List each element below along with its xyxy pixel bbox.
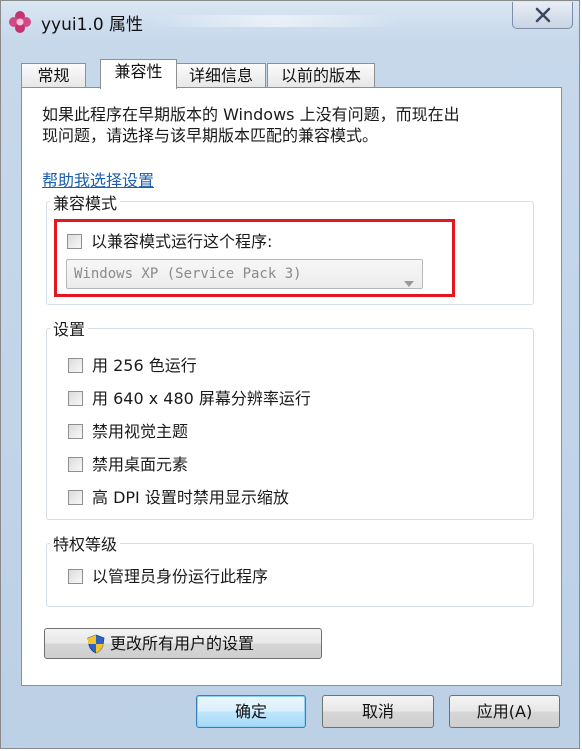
intro-line-1: 如果此程序在早期版本的 Windows 上没有问题，而现在出 (42, 105, 460, 124)
setting-640x480-checkbox[interactable] (68, 391, 83, 406)
title-bar[interactable]: yyui1.0 属性 (1, 1, 579, 41)
privilege-group-title: 特权等级 (50, 531, 121, 555)
chevron-down-icon (404, 272, 414, 291)
setting-disable-dpi-scaling-label: 高 DPI 设置时禁用显示缩放 (92, 488, 289, 507)
cancel-button[interactable]: 取消 (322, 695, 434, 728)
setting-disable-desktop-composition-label: 禁用桌面元素 (92, 455, 189, 474)
compat-mode-group-title: 兼容模式 (50, 190, 121, 214)
change-all-users-settings-button[interactable]: 更改所有用户的设置 (44, 628, 322, 659)
intro-text: 如果此程序在早期版本的 Windows 上没有问题，而现在出 现问题，请选择与该… (42, 104, 547, 146)
setting-disable-themes-label: 禁用视觉主题 (92, 422, 189, 441)
os-version-value: Windows XP (Service Pack 3) (74, 266, 302, 282)
setting-disable-desktop-composition-checkbox[interactable] (68, 457, 83, 472)
help-me-choose-link[interactable]: 帮助我选择设置 (42, 167, 154, 191)
tab-compatibility[interactable]: 兼容性 (100, 59, 177, 89)
tab-general[interactable]: 常规 (21, 63, 86, 88)
setting-640x480-label: 用 640 x 480 屏幕分辨率运行 (92, 389, 311, 408)
setting-disable-dpi-scaling-checkbox[interactable] (68, 490, 83, 505)
tab-details[interactable]: 详细信息 (176, 63, 266, 88)
title-blur-decoration (151, 15, 401, 27)
setting-256-colors-label: 用 256 色运行 (92, 356, 197, 375)
intro-line-2: 现问题，请选择与该早期版本匹配的兼容模式。 (42, 126, 379, 145)
app-flower-icon (8, 10, 32, 34)
close-button[interactable] (512, 2, 573, 29)
setting-disable-themes-checkbox[interactable] (68, 424, 83, 439)
run-as-admin-checkbox[interactable] (68, 569, 83, 584)
run-in-compat-mode-checkbox[interactable] (67, 234, 82, 249)
run-as-admin-label: 以管理员身份运行此程序 (92, 567, 269, 586)
tab-previous-versions[interactable]: 以前的版本 (267, 63, 375, 88)
close-icon (535, 7, 551, 23)
window-title: yyui1.0 属性 (41, 15, 144, 35)
uac-shield-icon (87, 634, 105, 658)
os-version-select[interactable]: Windows XP (Service Pack 3) (66, 259, 423, 289)
settings-group-title: 设置 (50, 316, 89, 340)
run-in-compat-mode-label: 以兼容模式运行这个程序: (91, 232, 273, 251)
setting-256-colors-checkbox[interactable] (68, 358, 83, 373)
apply-button[interactable]: 应用(A) (449, 695, 560, 728)
ok-button[interactable]: 确定 (196, 695, 306, 728)
change-all-users-settings-label: 更改所有用户的设置 (110, 634, 255, 653)
